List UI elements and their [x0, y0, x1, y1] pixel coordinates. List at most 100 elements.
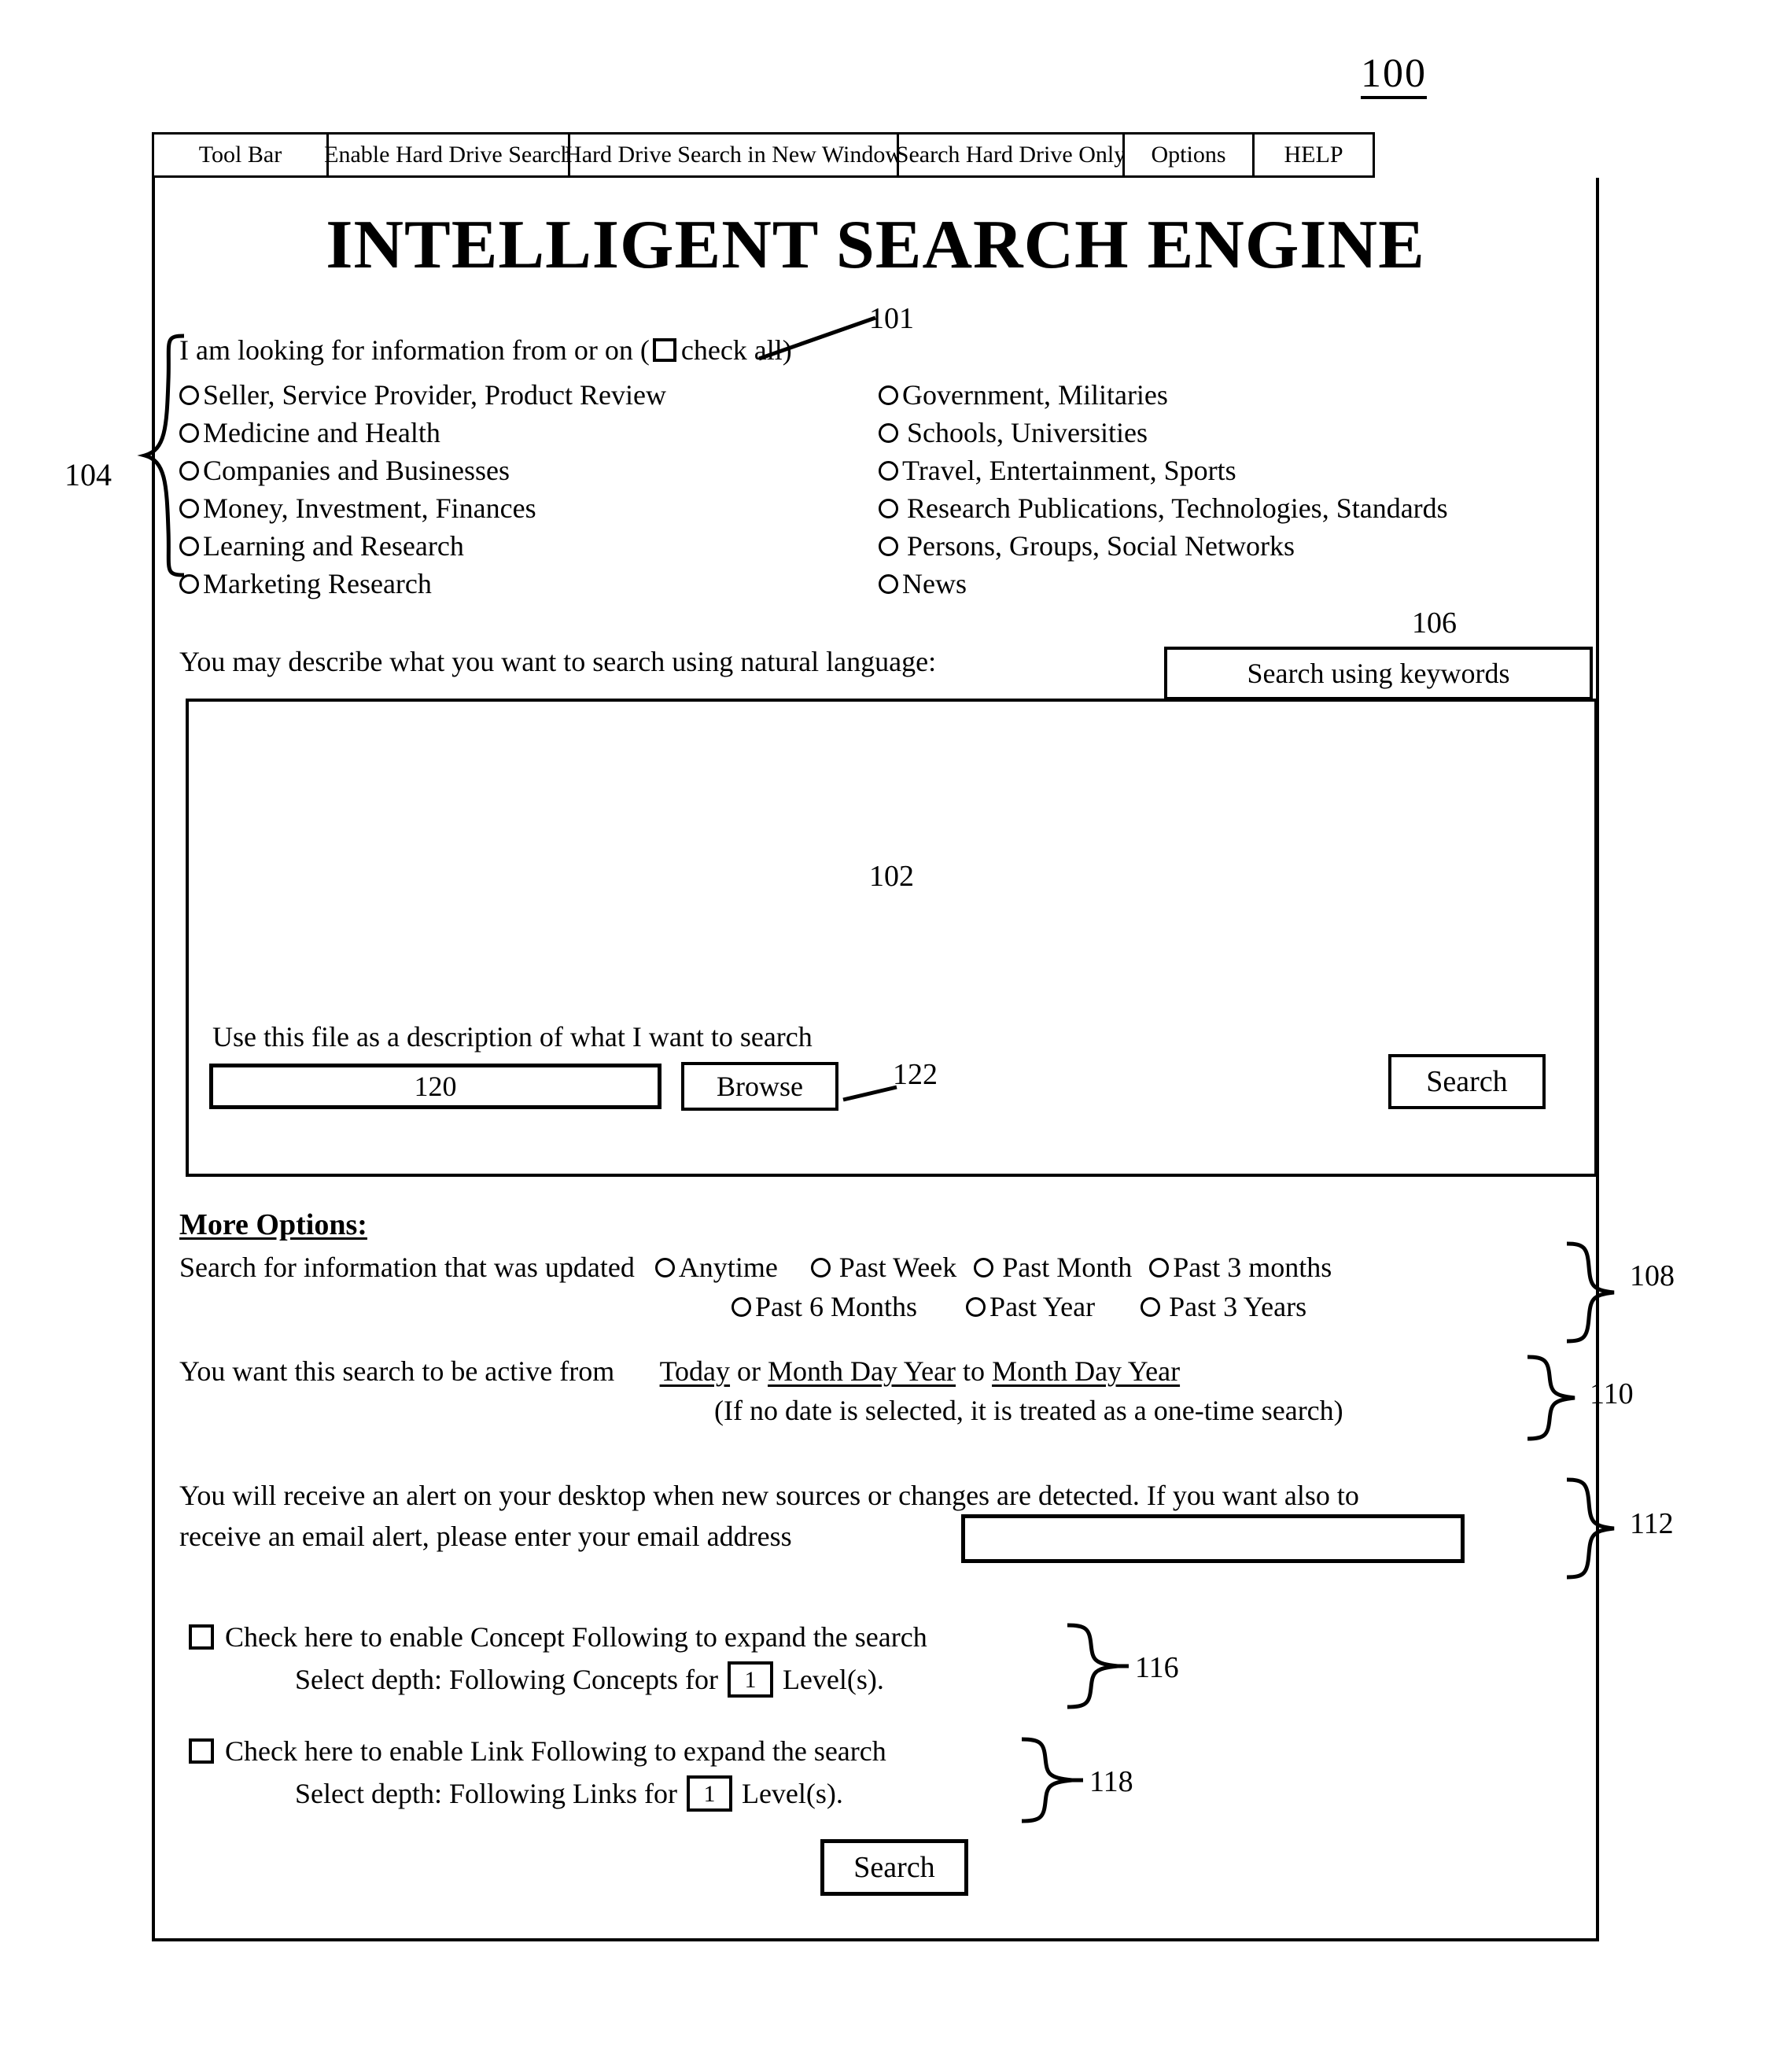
category-label: Research Publications, Technologies, Sta… — [907, 492, 1448, 524]
updated-option-past-year[interactable]: Past Year — [966, 1290, 1095, 1323]
category-intro: I am looking for information from or on … — [179, 334, 792, 367]
category-option[interactable]: Marketing Research — [179, 565, 666, 603]
category-label: Seller, Service Provider, Product Review — [203, 379, 666, 411]
updated-option-anytime[interactable]: Anytime — [654, 1251, 778, 1284]
toolbar-item-options[interactable]: Options — [1122, 132, 1255, 178]
category-option[interactable]: Government, Militaries — [879, 376, 1448, 414]
toolbar-item-search-hard-drive-only[interactable]: Search Hard Drive Only — [896, 132, 1126, 178]
category-label: Persons, Groups, Social Networks — [907, 530, 1295, 562]
reference-label-112: 112 — [1630, 1507, 1674, 1540]
browse-button[interactable]: Browse — [681, 1062, 838, 1111]
check-all-checkbox[interactable] — [652, 338, 676, 362]
link-depth-input[interactable]: 1 — [686, 1775, 732, 1812]
bottom-search-button[interactable]: Search — [820, 1839, 968, 1896]
radio-icon[interactable] — [732, 1296, 751, 1317]
concept-depth-suffix: Level(s). — [782, 1664, 884, 1695]
radio-icon[interactable] — [179, 422, 199, 443]
alert-text-line-2: receive an email alert, please enter you… — [179, 1521, 792, 1552]
toolbar-item-enable-hard-drive-search[interactable]: Enable Hard Drive Search — [324, 132, 573, 178]
link-depth-suffix: Level(s). — [741, 1778, 843, 1809]
active-from-today[interactable]: Today — [660, 1355, 730, 1387]
brace-110 — [1526, 1355, 1581, 1441]
reference-label-108: 108 — [1630, 1259, 1675, 1292]
category-label: Companies and Businesses — [203, 455, 510, 486]
brace-116 — [1066, 1623, 1129, 1709]
radio-icon[interactable] — [179, 460, 199, 481]
link-depth-row: Select depth: Following Links for 1 Leve… — [295, 1775, 843, 1812]
category-option[interactable]: Schools, Universities — [879, 414, 1448, 452]
category-label: Schools, Universities — [907, 417, 1148, 448]
active-from-date[interactable]: Month Day Year — [768, 1355, 956, 1387]
updated-option-label: Past Month — [1002, 1252, 1133, 1283]
link-following-checkbox[interactable] — [189, 1738, 214, 1764]
category-option[interactable]: Travel, Entertainment, Sports — [879, 452, 1448, 489]
active-to-date[interactable]: Month Day Year — [992, 1355, 1180, 1387]
category-label: Learning and Research — [203, 530, 464, 562]
updated-option-past-3-months[interactable]: Past 3 months — [1149, 1251, 1332, 1284]
updated-option-past-month[interactable]: Past Month — [974, 1251, 1132, 1284]
radio-icon[interactable] — [974, 1257, 994, 1277]
category-intro-before: I am looking for information from or on … — [179, 334, 650, 366]
radio-icon[interactable] — [179, 385, 199, 405]
radio-icon[interactable] — [879, 385, 898, 405]
file-description-label: Use this file as a description of what I… — [212, 1021, 813, 1053]
category-option[interactable]: Learning and Research — [179, 527, 666, 565]
concept-depth-row: Select depth: Following Concepts for 1 L… — [295, 1661, 884, 1698]
concept-depth-prefix: Select depth: Following Concepts for — [295, 1664, 718, 1695]
active-from-or: or — [737, 1355, 768, 1387]
radio-icon[interactable] — [179, 498, 199, 518]
radio-icon[interactable] — [179, 536, 199, 556]
category-option[interactable]: Seller, Service Provider, Product Review — [179, 376, 666, 414]
radio-icon[interactable] — [879, 422, 898, 443]
alert-text-line-1: You will receive an alert on your deskto… — [179, 1480, 1359, 1511]
category-option[interactable]: Medicine and Health — [179, 414, 666, 452]
radio-icon[interactable] — [654, 1257, 675, 1277]
category-label: Money, Investment, Finances — [203, 492, 536, 524]
reference-label-122: 122 — [893, 1058, 938, 1091]
link-following-row[interactable]: Check here to enable Link Following to e… — [189, 1735, 886, 1768]
category-option[interactable]: Persons, Groups, Social Networks — [879, 527, 1448, 565]
radio-icon[interactable] — [1141, 1296, 1161, 1317]
radio-icon[interactable] — [879, 498, 898, 518]
radio-icon[interactable] — [966, 1296, 986, 1317]
link-following-label: Check here to enable Link Following to e… — [225, 1735, 886, 1767]
radio-icon[interactable] — [810, 1257, 831, 1277]
email-address-input[interactable] — [961, 1514, 1465, 1563]
concept-following-checkbox[interactable] — [189, 1624, 214, 1650]
category-option[interactable]: Companies and Businesses — [179, 452, 666, 489]
updated-option-past-6-months[interactable]: Past 6 Months — [732, 1290, 917, 1323]
radio-icon[interactable] — [879, 573, 898, 594]
category-label: Government, Militaries — [902, 379, 1168, 411]
radio-icon[interactable] — [1149, 1257, 1170, 1277]
category-list-left: Seller, Service Provider, Product Review… — [179, 376, 666, 603]
updated-options-row-1: Search for information that was updated … — [179, 1251, 1332, 1284]
category-intro-after: check all) — [680, 334, 792, 366]
category-option[interactable]: Research Publications, Technologies, Sta… — [879, 489, 1448, 527]
toolbar-item-tool-bar[interactable]: Tool Bar — [152, 132, 329, 178]
active-from-to: to — [963, 1355, 993, 1387]
toolbar-item-help[interactable]: HELP — [1252, 132, 1375, 178]
brace-108 — [1565, 1241, 1620, 1344]
active-from-row: You want this search to be active from T… — [179, 1355, 1180, 1388]
concept-following-row[interactable]: Check here to enable Concept Following t… — [189, 1620, 927, 1654]
radio-icon[interactable] — [179, 573, 199, 594]
reference-label-118: 118 — [1089, 1765, 1133, 1798]
updated-option-label: Anytime — [678, 1252, 778, 1283]
brace-112 — [1565, 1477, 1620, 1580]
panel-search-button[interactable]: Search — [1388, 1054, 1546, 1109]
toolbar-item-hard-drive-search-in-new-window[interactable]: Hard Drive Search in New Window — [565, 132, 902, 178]
radio-icon[interactable] — [879, 536, 898, 556]
search-using-keywords-button[interactable]: Search using keywords — [1164, 647, 1593, 700]
updated-option-past-3-years[interactable]: Past 3 Years — [1141, 1290, 1306, 1323]
file-path-input[interactable]: 120 — [209, 1064, 661, 1109]
category-option[interactable]: News — [879, 565, 1448, 603]
radio-icon[interactable] — [879, 460, 898, 481]
concept-following-label: Check here to enable Concept Following t… — [225, 1621, 927, 1653]
updated-label: Search for information that was updated — [179, 1252, 635, 1283]
category-option[interactable]: Money, Investment, Finances — [179, 489, 666, 527]
category-label: Travel, Entertainment, Sports — [902, 455, 1236, 486]
reference-label-116: 116 — [1135, 1651, 1179, 1684]
concept-depth-input[interactable]: 1 — [727, 1661, 773, 1698]
updated-option-past-week[interactable]: Past Week — [810, 1251, 956, 1284]
category-label: News — [902, 568, 967, 599]
